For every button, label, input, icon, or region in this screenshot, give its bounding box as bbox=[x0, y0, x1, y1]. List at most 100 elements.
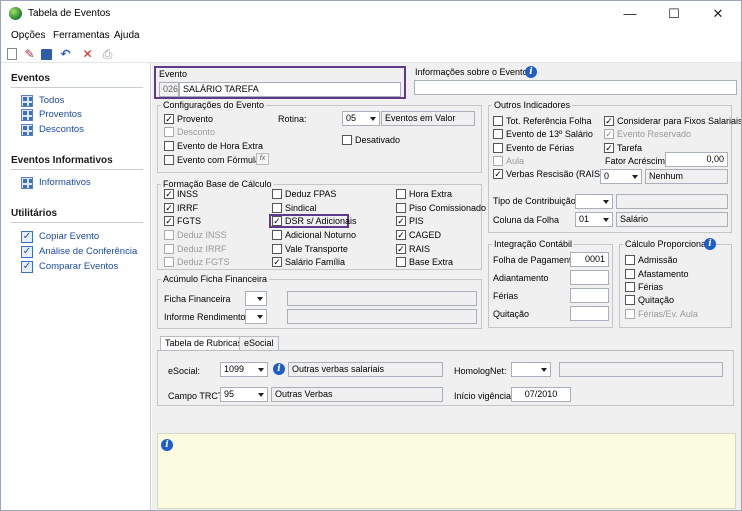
adiantamento-field[interactable] bbox=[570, 270, 609, 285]
tot-ref-checkbox[interactable] bbox=[493, 116, 503, 126]
formacao-checkbox[interactable] bbox=[272, 244, 282, 254]
calculo-checkbox[interactable] bbox=[625, 282, 635, 292]
menu-ajuda[interactable]: Ajuda bbox=[114, 30, 140, 41]
tipo-contrib-select[interactable] bbox=[575, 194, 613, 209]
formacao-checkbox[interactable]: ✓ bbox=[164, 189, 174, 199]
formacao-checkbox[interactable]: ✓ bbox=[164, 216, 174, 226]
save-icon[interactable] bbox=[41, 49, 52, 60]
esocial-desc: Outras verbas salariais bbox=[288, 362, 443, 377]
formacao-checkbox[interactable] bbox=[272, 189, 282, 199]
vigencia-field[interactable]: 07/2010 bbox=[511, 387, 571, 402]
rotina-select[interactable]: 05 bbox=[342, 111, 380, 126]
menu-ferramentas[interactable]: Ferramentas bbox=[53, 30, 110, 41]
formacao-checkbox[interactable]: ✓ bbox=[396, 244, 406, 254]
maximize-button[interactable]: ☐ bbox=[652, 1, 696, 27]
formacao-checkbox[interactable]: ✓ bbox=[396, 216, 406, 226]
verbas-desc: Nenhum bbox=[645, 169, 728, 184]
informe-select[interactable] bbox=[245, 309, 267, 324]
reservado-checkbox[interactable]: ✓ bbox=[604, 129, 614, 139]
formacao-label: RAIS bbox=[409, 244, 431, 254]
sidebar-title-eventos: Eventos bbox=[11, 73, 50, 84]
tab-esocial[interactable]: eSocial bbox=[239, 336, 279, 351]
verbas-select[interactable]: 0 bbox=[600, 169, 642, 184]
formacao-label: Deduz FPAS bbox=[285, 189, 337, 199]
print-icon[interactable]: ⎙ bbox=[101, 48, 114, 61]
divider bbox=[11, 222, 143, 223]
esocial-select[interactable]: 1099 bbox=[220, 362, 268, 377]
esocial-label: eSocial: bbox=[168, 366, 201, 376]
formula-checkbox[interactable] bbox=[164, 155, 174, 165]
formacao-checkbox[interactable] bbox=[164, 230, 174, 240]
formacao-checkbox[interactable] bbox=[164, 244, 174, 254]
info-icon: i bbox=[161, 439, 173, 451]
tarefa-checkbox[interactable]: ✓ bbox=[604, 143, 614, 153]
new-icon[interactable] bbox=[7, 48, 17, 60]
info-sobre-field[interactable] bbox=[414, 80, 737, 95]
folha-label: Folha de Pagamento bbox=[493, 255, 577, 265]
trct-select[interactable]: 95 bbox=[220, 387, 268, 402]
formacao-checkbox[interactable] bbox=[272, 230, 282, 240]
provento-checkbox[interactable]: ✓ bbox=[164, 114, 174, 124]
calculo-checkbox[interactable] bbox=[625, 309, 635, 319]
grid-icon bbox=[21, 124, 33, 136]
formacao-label: Hora Extra bbox=[409, 189, 453, 199]
chevron-down-icon bbox=[370, 117, 376, 121]
evento-name-field[interactable]: SALÁRIO TAREFA bbox=[179, 82, 401, 97]
tarefa-label: Tarefa bbox=[617, 143, 643, 153]
fator-field[interactable]: 0,00 bbox=[665, 152, 728, 167]
delete-icon[interactable]: ✕ bbox=[81, 48, 94, 61]
decimo-checkbox[interactable] bbox=[493, 129, 503, 139]
calculo-checkbox[interactable] bbox=[625, 295, 635, 305]
vigencia-label: Início vigência: bbox=[454, 391, 514, 401]
formula-button[interactable]: fx bbox=[256, 153, 269, 165]
formacao-checkbox[interactable] bbox=[396, 257, 406, 267]
tipo-contrib-desc bbox=[616, 194, 728, 209]
info-icon[interactable]: i bbox=[273, 363, 285, 375]
calculo-checkbox[interactable] bbox=[625, 269, 635, 279]
ferias-checkbox[interactable] bbox=[493, 143, 503, 153]
quitacao-label: Quitação bbox=[493, 309, 530, 319]
info-icon[interactable]: i bbox=[704, 238, 716, 250]
formacao-checkbox[interactable] bbox=[164, 257, 174, 267]
verbas-checkbox[interactable]: ✓ bbox=[493, 169, 503, 179]
quitacao-field[interactable] bbox=[570, 306, 609, 321]
formacao-label: Vale Transporte bbox=[285, 244, 348, 254]
calculo-checkbox[interactable] bbox=[625, 255, 635, 265]
formacao-checkbox[interactable] bbox=[396, 203, 406, 213]
formacao-checkbox[interactable]: ✓ bbox=[272, 257, 282, 267]
chevron-down-icon bbox=[257, 315, 263, 319]
tab-tabela-rubricas[interactable]: Tabela de Rubricas bbox=[160, 336, 248, 351]
undo-icon[interactable]: ↶ bbox=[59, 48, 72, 61]
aula-checkbox[interactable] bbox=[493, 156, 503, 166]
tot-ref-label: Tot. Referência Folha bbox=[506, 116, 592, 126]
desativado-checkbox[interactable] bbox=[342, 135, 352, 145]
sidebar-item-label: Comparar Eventos bbox=[39, 261, 119, 272]
close-button[interactable]: ✕ bbox=[696, 1, 740, 27]
formula-label: Evento com Fórmula bbox=[177, 155, 261, 165]
calculo-label: Férias bbox=[638, 282, 664, 292]
evento-code-field[interactable]: 026 bbox=[159, 82, 179, 97]
ferias-integracao-field[interactable] bbox=[570, 288, 609, 303]
group-title: Configurações do Evento bbox=[161, 100, 267, 110]
minimize-button[interactable]: — bbox=[608, 1, 652, 27]
folha-field[interactable]: 0001 bbox=[570, 252, 609, 267]
homolog-select[interactable] bbox=[511, 362, 551, 377]
formacao-checkbox[interactable]: ✓ bbox=[164, 203, 174, 213]
formacao-checkbox[interactable] bbox=[272, 203, 282, 213]
ficha-select[interactable] bbox=[245, 291, 267, 306]
desconto-checkbox[interactable] bbox=[164, 127, 174, 137]
menu-opcoes[interactable]: Opções bbox=[11, 30, 45, 41]
formacao-checkbox[interactable]: ✓ bbox=[396, 230, 406, 240]
formacao-checkbox[interactable]: ✓ bbox=[272, 216, 282, 226]
evento-label: Evento bbox=[159, 69, 188, 79]
hora-extra-checkbox[interactable] bbox=[164, 141, 174, 151]
formacao-label: Salário Família bbox=[285, 257, 346, 267]
formacao-label: Deduz INSS bbox=[177, 230, 227, 240]
edit-icon[interactable]: ✎ bbox=[23, 48, 36, 61]
considerar-checkbox[interactable]: ✓ bbox=[604, 116, 614, 126]
formacao-label: Adicional Noturno bbox=[285, 230, 357, 240]
desativado-label: Desativado bbox=[355, 135, 401, 145]
formacao-checkbox[interactable] bbox=[396, 189, 406, 199]
coluna-select[interactable]: 01 bbox=[575, 212, 613, 227]
info-icon[interactable]: i bbox=[525, 66, 537, 78]
